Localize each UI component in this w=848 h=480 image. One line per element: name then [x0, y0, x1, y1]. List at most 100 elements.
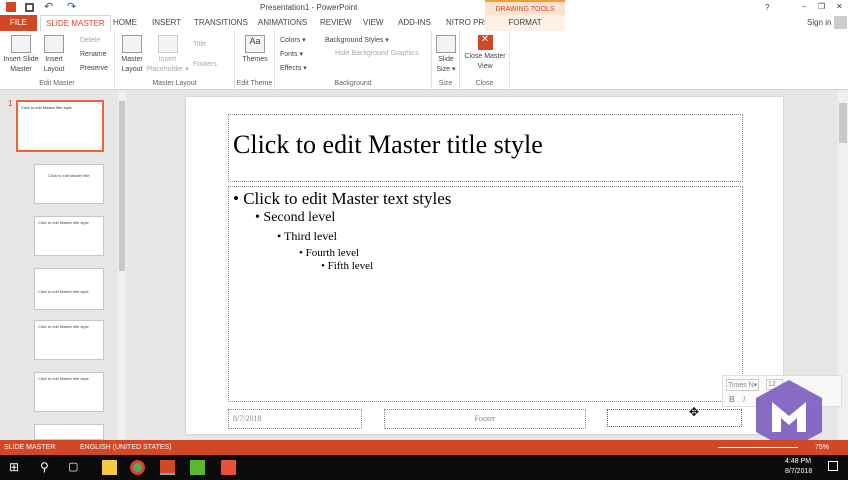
text-level-2: • Second level — [255, 210, 336, 225]
group-size: Slide Size ▾ Size — [432, 31, 460, 89]
group-edit-theme: Aa Themes Edit Theme — [235, 31, 275, 89]
group-label: Edit Master — [39, 80, 75, 87]
slide-number: 1 — [8, 99, 13, 108]
save-icon[interactable] — [25, 3, 34, 12]
colors-button[interactable]: Colors ▾ — [280, 36, 306, 44]
slide-size-icon — [436, 35, 456, 53]
tab-animations[interactable]: ANIMATIONS — [258, 18, 307, 27]
ribbon-tabs: FILE SLIDE MASTER HOME INSERT TRANSITION… — [0, 15, 848, 31]
group-label: Close — [475, 80, 494, 87]
themes-icon: Aa — [245, 35, 265, 53]
tab-format[interactable]: FORMAT — [485, 15, 565, 31]
fonts-button[interactable]: Fonts ▾ — [280, 50, 303, 58]
tab-slide-master[interactable]: SLIDE MASTER — [40, 15, 111, 31]
notification-icon[interactable] — [828, 461, 838, 471]
rename-button[interactable]: Rename — [80, 51, 106, 58]
layout-thumbnail[interactable]: Click to edit Master title — [34, 164, 104, 204]
tab-home[interactable]: HOME — [113, 18, 137, 27]
bold-button[interactable]: B — [729, 395, 735, 404]
layout-thumbnail[interactable]: Click to edit Master title style — [34, 320, 104, 360]
slide-master-icon — [11, 35, 31, 53]
zoom-level[interactable]: 75% — [815, 444, 829, 451]
clock-time[interactable]: 4:48 PM — [785, 458, 811, 465]
ribbon: Insert Slide Master Insert Layout Delete… — [0, 31, 848, 90]
tab-review[interactable]: REVIEW — [320, 18, 352, 27]
layout-icon — [44, 35, 64, 53]
text-level-5: • Fifth level — [321, 260, 374, 272]
status-bar: SLIDE MASTER ENGLISH (UNITED STATES) 75% — [0, 440, 848, 455]
group-close: ✕ Close Master View Close — [460, 31, 510, 89]
group-edit-master: Insert Slide Master Insert Layout Delete… — [0, 31, 115, 89]
camtasia-green-icon[interactable] — [190, 460, 205, 475]
group-background: Colors ▾ Fonts ▾ Effects ▾ Background St… — [275, 31, 432, 89]
close-x-icon: ✕ — [477, 35, 493, 50]
slide-canvas[interactable]: Click to edit Master title style • Click… — [186, 97, 783, 434]
insert-slide-master-button[interactable]: Insert Slide Master — [3, 35, 39, 75]
title-placeholder[interactable]: Click to edit Master title style — [228, 114, 743, 182]
tab-add-ins[interactable]: ADD-INS — [398, 18, 431, 27]
powerpoint-logo-icon — [6, 2, 16, 12]
title-checkbox[interactable]: Title — [193, 41, 206, 48]
move-cursor-icon: ✥ — [689, 405, 700, 419]
tab-view[interactable]: VIEW — [363, 18, 383, 27]
view-mode-label: SLIDE MASTER — [4, 444, 56, 451]
close-button[interactable]: ✕ — [836, 2, 843, 11]
date-placeholder[interactable]: 8/7/2018 — [228, 409, 362, 429]
insert-layout-button[interactable]: Insert Layout — [40, 35, 68, 75]
drawing-tools-label: DRAWING TOOLS — [485, 0, 565, 15]
thumbnail-scrollbar[interactable] — [118, 91, 126, 440]
group-master-layout: Master Layout Insert Placeholder ▾ Title… — [115, 31, 235, 89]
windows-start-icon[interactable]: ⊞ — [9, 460, 24, 475]
tab-file[interactable]: FILE — [0, 15, 37, 31]
insert-placeholder-button[interactable]: Insert Placeholder ▾ — [145, 35, 190, 75]
italic-button[interactable]: I — [743, 395, 745, 404]
preserve-button[interactable]: Preserve — [80, 65, 108, 72]
effects-button[interactable]: Effects ▾ — [280, 64, 307, 72]
group-label: Size — [438, 80, 453, 87]
placeholder-icon — [157, 35, 178, 53]
layout-thumbnail[interactable]: Click to edit Master title style — [34, 216, 104, 256]
themes-button[interactable]: Aa Themes — [239, 35, 271, 65]
redo-icon[interactable]: ↷ — [67, 0, 76, 13]
group-label: Master Layout — [152, 80, 197, 87]
zoom-slider[interactable] — [718, 447, 798, 448]
slide-size-button[interactable]: Slide Size ▾ — [434, 35, 458, 75]
title-bar: ↶ ↷ Presentation1 - PowerPoint DRAWING T… — [0, 0, 848, 15]
chrome-icon[interactable] — [130, 460, 145, 475]
powerpoint-taskbar-icon[interactable] — [160, 460, 175, 475]
camtasia-red-icon[interactable] — [221, 460, 236, 475]
file-explorer-icon[interactable] — [102, 460, 117, 475]
undo-icon[interactable]: ↶ — [44, 0, 53, 13]
footer-placeholder[interactable]: Footer — [384, 409, 586, 429]
delete-button[interactable]: Delete — [80, 37, 100, 44]
master-layout-icon — [122, 35, 142, 53]
sign-in-link[interactable]: Sign in — [807, 18, 831, 27]
slide-number-placeholder-selected[interactable] — [607, 409, 742, 427]
layout-thumbnail[interactable] — [34, 424, 104, 440]
help-button[interactable]: ? — [765, 3, 769, 12]
body-placeholder[interactable]: • Click to edit Master text styles • Sec… — [228, 186, 743, 402]
master-layout-button[interactable]: Master Layout — [117, 35, 147, 75]
clock-date[interactable]: 8/7/2018 — [785, 468, 812, 475]
master-thumbnail[interactable]: Click to edit Master title style — [16, 100, 104, 152]
group-label: Edit Theme — [236, 80, 273, 87]
layout-thumbnail[interactable]: Click to edit Master title style — [34, 372, 104, 412]
task-view-icon[interactable]: ▢ — [68, 460, 83, 475]
background-styles-button[interactable]: Background Styles ▾ — [325, 36, 389, 44]
restore-button[interactable]: ❐ — [818, 2, 825, 11]
text-level-1: • Click to edit Master text styles — [233, 189, 452, 208]
hide-background-checkbox[interactable]: Hide Background Graphics — [335, 50, 419, 57]
thumbnail-pane: 1 Click to edit Master title style Click… — [0, 91, 128, 440]
text-level-4: • Fourth level — [299, 247, 360, 259]
search-icon[interactable]: ⚲ — [40, 460, 55, 475]
footers-checkbox[interactable]: Footers — [193, 61, 217, 68]
language-label[interactable]: ENGLISH (UNITED STATES) — [80, 444, 172, 451]
close-master-view-button[interactable]: ✕ Close Master View — [463, 35, 507, 72]
tab-transitions[interactable]: TRANSITIONS — [194, 18, 248, 27]
taskbar: ⊞ ⚲ ▢ 4:48 PM 8/7/2018 — [0, 455, 848, 480]
avatar — [834, 16, 847, 29]
font-name-box[interactable]: Times N▾ — [726, 379, 760, 391]
minimize-button[interactable]: – — [802, 2, 806, 11]
layout-thumbnail[interactable]: Click to edit Master title style — [34, 268, 104, 310]
tab-insert[interactable]: INSERT — [152, 18, 181, 27]
